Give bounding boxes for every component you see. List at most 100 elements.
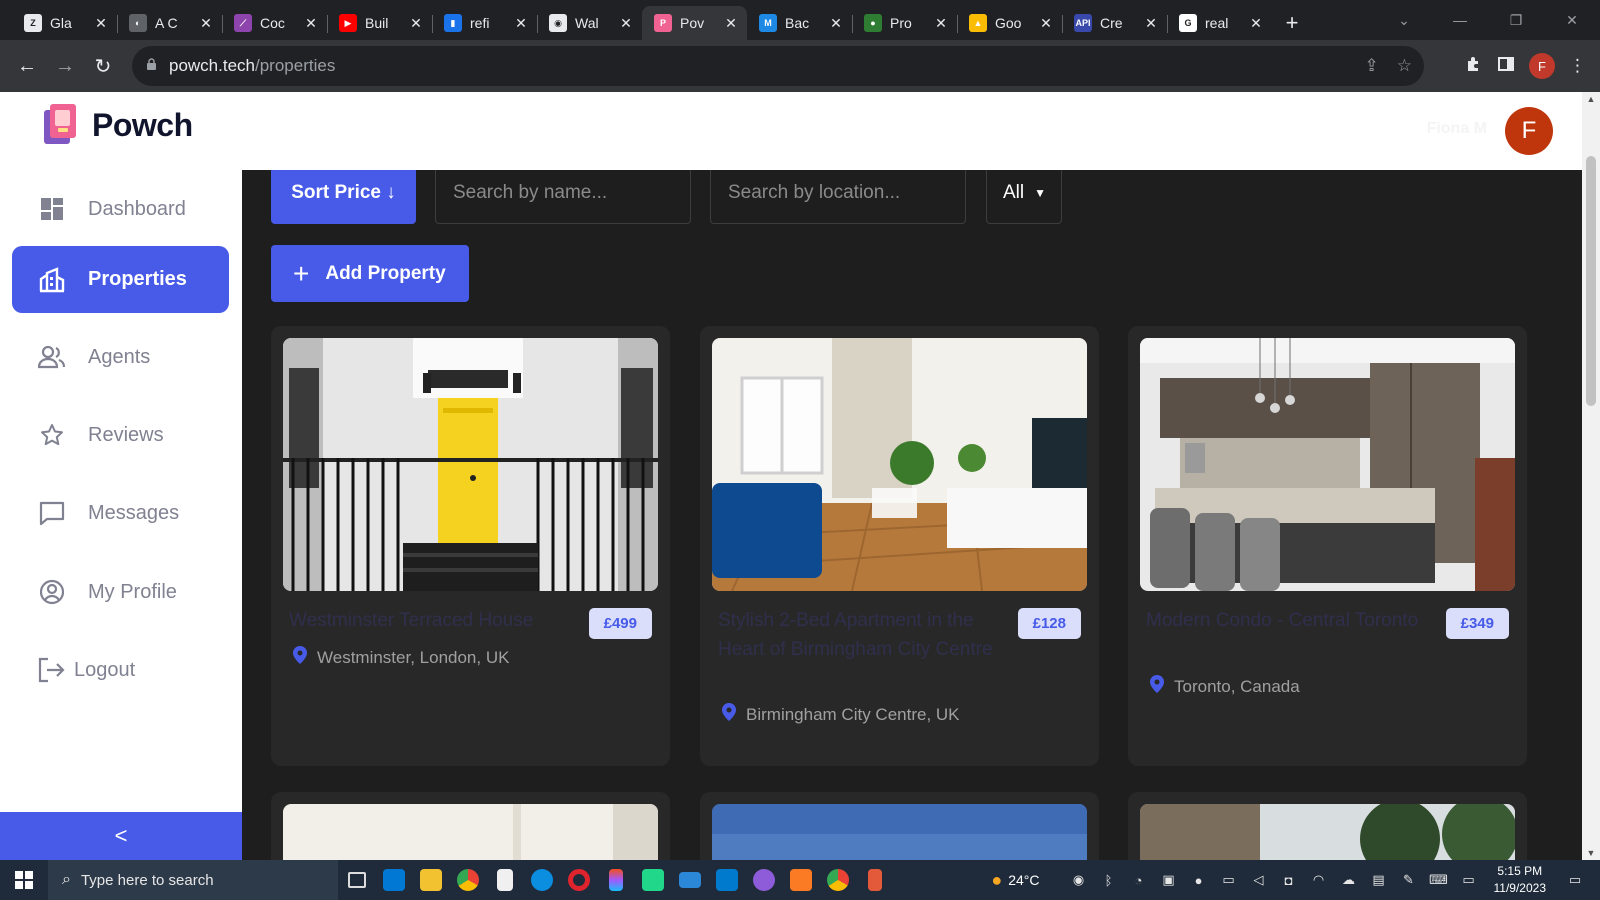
property-type-select[interactable]: All ▼: [986, 170, 1062, 224]
vscode-icon[interactable]: [708, 860, 745, 900]
property-card[interactable]: [1128, 792, 1527, 860]
network-icon[interactable]: ◔: [1124, 873, 1154, 888]
start-button[interactable]: [0, 860, 48, 900]
restore-button[interactable]: ❐: [1488, 12, 1544, 29]
property-title[interactable]: Westminster Terraced House: [289, 606, 564, 635]
browser-tab[interactable]: ▶ Buil ✕: [327, 6, 432, 40]
browser-tab[interactable]: API Cre ✕: [1062, 6, 1167, 40]
bluetooth-icon[interactable]: ᛒ: [1094, 873, 1124, 888]
github-tray-icon[interactable]: ●: [1184, 873, 1214, 888]
sidebar-item-agents[interactable]: Agents: [12, 324, 229, 390]
taskbar-clock[interactable]: 5:15 PM 11/9/2023: [1494, 863, 1547, 897]
user-avatar[interactable]: F: [1505, 107, 1553, 155]
close-tab-icon[interactable]: ✕: [198, 15, 214, 32]
browser-tab[interactable]: ◐ A C ✕: [117, 6, 222, 40]
opera-icon[interactable]: [560, 860, 597, 900]
share-icon[interactable]: ⇪: [1365, 56, 1379, 76]
app-logo[interactable]: Powch: [42, 102, 193, 148]
browser-tab[interactable]: Z Gla ✕: [12, 6, 117, 40]
edge-icon[interactable]: [523, 860, 560, 900]
property-title[interactable]: Modern Condo - Central Toronto: [1146, 606, 1421, 635]
browser-tab[interactable]: ▲ Goo ✕: [957, 6, 1062, 40]
browser-tab[interactable]: ◉ Wal ✕: [537, 6, 642, 40]
tray-app-icon[interactable]: ◉: [1064, 872, 1094, 888]
scrollbar-thumb[interactable]: [1586, 156, 1596, 406]
property-card[interactable]: [700, 792, 1099, 860]
reload-button[interactable]: ↻: [84, 47, 122, 85]
property-card[interactable]: Westminster Terraced House £499 Westmins…: [271, 326, 670, 766]
add-property-button[interactable]: + Add Property: [271, 245, 469, 302]
figma-icon[interactable]: [597, 860, 634, 900]
property-card[interactable]: Stylish 2-Bed Apartment in the Heart of …: [700, 326, 1099, 766]
search-by-name-input[interactable]: Search by name...: [435, 170, 691, 224]
extensions-icon[interactable]: [1465, 55, 1483, 78]
close-tab-icon[interactable]: ✕: [618, 15, 634, 32]
security-icon[interactable]: ▣: [1154, 872, 1184, 888]
search-by-location-input[interactable]: Search by location...: [710, 170, 966, 224]
bookmark-star-icon[interactable]: ☆: [1397, 56, 1412, 76]
forward-button[interactable]: →: [46, 47, 84, 85]
task-view-icon[interactable]: [338, 860, 375, 900]
xampp-icon[interactable]: [782, 860, 819, 900]
close-tab-icon[interactable]: ✕: [408, 15, 424, 32]
collapse-sidebar-button[interactable]: <: [0, 812, 242, 860]
back-button[interactable]: ←: [8, 47, 46, 85]
battery-icon[interactable]: ▭: [1214, 872, 1244, 888]
keyboard-icon[interactable]: ⌨: [1424, 872, 1454, 888]
sidebar-item-dashboard[interactable]: Dashboard: [12, 176, 229, 242]
display-icon[interactable]: ▤: [1364, 872, 1394, 888]
weather-widget[interactable]: ● 24°C: [991, 870, 1039, 891]
close-tab-icon[interactable]: ✕: [1248, 15, 1264, 32]
browser-menu-icon[interactable]: ⋮: [1569, 56, 1586, 76]
side-panel-icon[interactable]: [1497, 55, 1515, 78]
browser-profile-avatar[interactable]: F: [1529, 53, 1555, 79]
pycharm-icon[interactable]: [634, 860, 671, 900]
notepad-icon[interactable]: [486, 860, 523, 900]
onedrive-icon[interactable]: ☁: [1334, 872, 1364, 888]
sidebar-item-my-profile[interactable]: My Profile: [12, 559, 229, 625]
browser-tab[interactable]: ● Pro ✕: [852, 6, 957, 40]
browser-tab[interactable]: ▮ refi ✕: [432, 6, 537, 40]
browser-tab[interactable]: P Pov ✕: [642, 6, 747, 40]
file-explorer-icon[interactable]: [412, 860, 449, 900]
taskbar-search-box[interactable]: ⌕ Type here to search: [48, 860, 338, 900]
sort-price-button[interactable]: Sort Price ↓: [271, 170, 416, 224]
sidebar-item-messages[interactable]: Messages: [12, 480, 229, 546]
page-scrollbar[interactable]: ▲ ▼: [1582, 92, 1600, 860]
property-title[interactable]: Stylish 2-Bed Apartment in the Heart of …: [718, 606, 993, 664]
browser-tab[interactable]: Greal ✕: [1167, 6, 1272, 40]
close-tab-icon[interactable]: ✕: [723, 15, 739, 32]
store-icon[interactable]: [375, 860, 412, 900]
close-tab-icon[interactable]: ✕: [303, 15, 319, 32]
close-tab-icon[interactable]: ✕: [933, 15, 949, 32]
tab-search-icon[interactable]: ⌄: [1376, 12, 1432, 29]
property-card[interactable]: Modern Condo - Central Toronto £349 Toro…: [1128, 326, 1527, 766]
sidebar-item-reviews[interactable]: Reviews: [12, 402, 229, 468]
close-tab-icon[interactable]: ✕: [1143, 15, 1159, 32]
browser-tab[interactable]: M Bac ✕: [747, 6, 852, 40]
camera-icon[interactable]: ◘: [1274, 873, 1304, 888]
close-tab-icon[interactable]: ✕: [828, 15, 844, 32]
sidebar-item-logout[interactable]: Logout: [12, 637, 229, 703]
volume-icon[interactable]: ◁: [1244, 872, 1274, 888]
sidebar-item-properties[interactable]: Properties: [12, 246, 229, 313]
minimize-button[interactable]: —: [1432, 12, 1488, 28]
wifi-icon[interactable]: ◠: [1304, 872, 1334, 888]
close-tab-icon[interactable]: ✕: [1038, 15, 1054, 32]
new-tab-button[interactable]: +: [1272, 6, 1312, 40]
browser-tab[interactable]: ⟋ Coc ✕: [222, 6, 327, 40]
address-bar[interactable]: powch.tech/properties ⇪ ☆: [132, 46, 1424, 86]
chrome-icon[interactable]: [449, 860, 486, 900]
close-window-button[interactable]: ✕: [1544, 12, 1600, 29]
property-card[interactable]: [271, 792, 670, 860]
pen-icon[interactable]: ✎: [1394, 872, 1424, 888]
close-tab-icon[interactable]: ✕: [93, 15, 109, 32]
notification-icon[interactable]: ▭: [1560, 872, 1590, 888]
mail-icon[interactable]: [671, 860, 708, 900]
scroll-down-icon[interactable]: ▼: [1582, 848, 1600, 858]
github-desktop-icon[interactable]: [745, 860, 782, 900]
close-tab-icon[interactable]: ✕: [513, 15, 529, 32]
app-launcher-icon[interactable]: [856, 860, 893, 900]
chrome-alt-icon[interactable]: [819, 860, 856, 900]
scroll-up-icon[interactable]: ▲: [1582, 94, 1600, 104]
